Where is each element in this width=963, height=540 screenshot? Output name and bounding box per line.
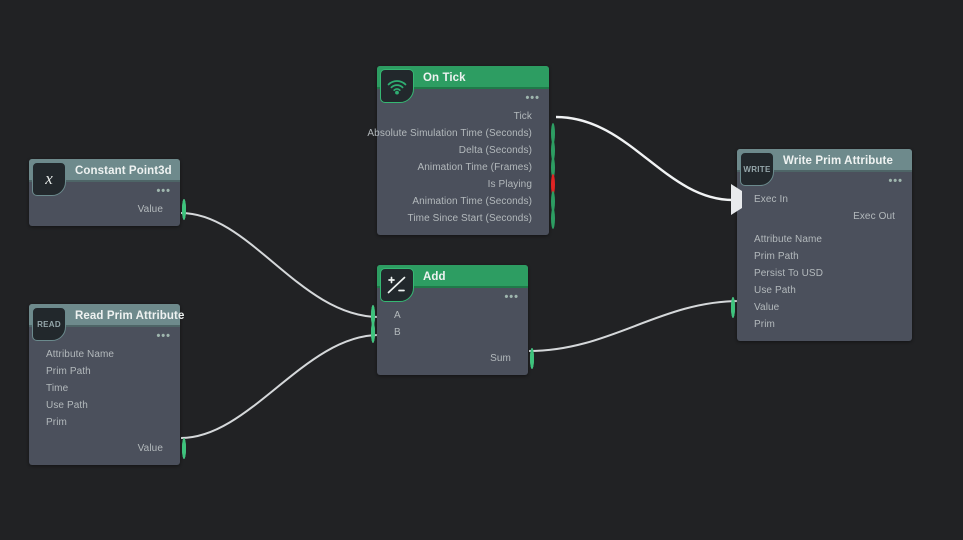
port-row-value[interactable]: Value (29, 198, 186, 220)
port-label-b: B (394, 327, 401, 338)
port-row-animation-time-seconds[interactable]: Animation Time (Seconds) (377, 190, 555, 212)
port-row-prim-path[interactable]: Prim Path (29, 363, 180, 380)
port-row-use-path[interactable]: Use Path (737, 282, 912, 299)
port-time-since-start-out[interactable] (551, 207, 555, 229)
node-title-add: Add (423, 270, 446, 283)
port-label-value: Value (137, 204, 163, 215)
port-label-use-path: Use Path (46, 400, 88, 411)
port-label-use-path: Use Path (754, 285, 796, 296)
wire-constant-to-add-a (180, 212, 380, 318)
write-label-icon: WRITE (743, 164, 771, 174)
port-label-sum: Sum (490, 353, 511, 364)
ring-port-icon (731, 296, 735, 318)
node-badge-write: WRITE (740, 152, 774, 186)
port-label-animation-time-seconds: Animation Time (Seconds) (412, 196, 532, 207)
port-label-prim: Prim (46, 417, 67, 428)
port-rows-on-tick: Tick Absolute Simulation Time (Seconds) … (367, 89, 555, 229)
port-label-value: Value (754, 302, 780, 313)
read-label-icon: READ (37, 319, 61, 329)
node-badge-add (380, 268, 414, 302)
port-label-prim: Prim (754, 319, 775, 330)
node-body-on-tick: ••• Tick Absolute Simulation Time (Secon… (367, 89, 555, 235)
node-graph-canvas[interactable]: x Constant Point3d ••• Value READ Read P… (0, 0, 963, 540)
node-title-read: Read Prim Attribute (75, 309, 185, 322)
port-row-prim[interactable]: Prim (737, 316, 912, 333)
node-read-prim-attribute[interactable]: READ Read Prim Attribute ••• Attribute N… (29, 304, 186, 465)
wire-add-to-write-value (528, 300, 741, 352)
port-label-prim-path: Prim Path (46, 366, 91, 377)
port-label-delta: Delta (Seconds) (458, 145, 532, 156)
port-row-prim-path[interactable]: Prim Path (737, 248, 912, 265)
port-value-out[interactable] (182, 437, 186, 459)
port-row-sum[interactable]: Sum (377, 347, 534, 369)
wire-ontick-to-write-exec (555, 115, 734, 202)
port-sum-out[interactable] (530, 347, 534, 369)
port-row-prim[interactable]: Prim (29, 414, 180, 431)
port-label-exec-out: Exec Out (853, 211, 895, 222)
ring-port-icon (551, 207, 555, 229)
port-row-animation-time-frames[interactable]: Animation Time (Frames) (377, 156, 555, 178)
node-badge-on-tick (380, 69, 414, 103)
node-write-prim-attribute[interactable]: WRITE Write Prim Attribute ••• Exec In E… (731, 149, 912, 341)
port-label-absolute-simulation-time: Absolute Simulation Time (Seconds) (367, 128, 532, 139)
port-row-tick[interactable]: Tick (377, 108, 549, 125)
port-label-tick: Tick (513, 111, 532, 122)
port-row-exec-out[interactable]: Exec Out (737, 208, 912, 225)
port-row-attribute-name[interactable]: Attribute Name (29, 346, 180, 363)
port-rows-write: Exec In Exec Out Attribute Name Prim Pat… (731, 172, 912, 333)
port-b-in[interactable] (371, 321, 375, 343)
port-label-persist-to-usd: Persist To USD (754, 268, 824, 279)
ring-port-icon (182, 198, 186, 220)
port-row-delta[interactable]: Delta (Seconds) (377, 139, 555, 161)
node-constant-point3d[interactable]: x Constant Point3d ••• Value (29, 159, 186, 226)
node-badge-read: READ (32, 307, 66, 341)
port-label-prim-path: Prim Path (754, 251, 799, 262)
port-row-time[interactable]: Time (29, 380, 180, 397)
port-row-absolute-simulation-time[interactable]: Absolute Simulation Time (Seconds) (367, 122, 555, 144)
port-row-value[interactable]: Value (29, 437, 186, 459)
port-row-value[interactable]: Value (731, 296, 912, 318)
port-label-attribute-name: Attribute Name (754, 234, 823, 245)
variable-x-icon: x (45, 169, 53, 188)
port-label-time-since-start: Time Since Start (Seconds) (407, 213, 532, 224)
ring-port-icon (371, 321, 375, 343)
port-row-a[interactable]: A (371, 304, 528, 326)
node-add[interactable]: Add ••• A B Sum (371, 265, 534, 375)
plus-minus-icon (387, 276, 406, 294)
port-label-is-playing: Is Playing (487, 179, 532, 190)
port-label-exec-in: Exec In (754, 194, 789, 205)
ring-port-icon (530, 347, 534, 369)
node-on-tick[interactable]: On Tick ••• Tick Absolute Simulation Tim… (367, 66, 555, 235)
port-row-persist-to-usd[interactable]: Persist To USD (737, 265, 912, 282)
port-row-time-since-start[interactable]: Time Since Start (Seconds) (377, 207, 555, 229)
node-badge-constant: x (32, 162, 66, 196)
ring-port-icon (182, 437, 186, 459)
port-row-exec-in[interactable]: Exec In (731, 183, 912, 215)
port-row-attribute-name[interactable]: Attribute Name (737, 231, 912, 248)
port-label-animation-time-frames: Animation Time (Frames) (417, 162, 532, 173)
node-title-write: Write Prim Attribute (783, 154, 893, 167)
port-exec-in[interactable] (731, 183, 742, 215)
node-title-constant: Constant Point3d (75, 164, 172, 177)
port-value-in[interactable] (731, 296, 735, 318)
port-row-b[interactable]: B (371, 321, 528, 343)
port-rows-read: Attribute Name Prim Path Time Use Path P… (29, 327, 186, 459)
wire-read-to-add-b (180, 334, 380, 439)
port-row-is-playing[interactable]: Is Playing (377, 173, 555, 195)
node-body-write: ••• Exec In Exec Out Attribute Name Prim… (731, 172, 912, 341)
port-row-use-path[interactable]: Use Path (29, 397, 180, 414)
port-label-attribute-name: Attribute Name (46, 349, 115, 360)
port-label-time: Time (46, 383, 69, 394)
port-label-a: A (394, 310, 401, 321)
port-value-out[interactable] (182, 198, 186, 220)
port-label-value: Value (137, 443, 163, 454)
node-body-read: ••• Attribute Name Prim Path Time Use Pa… (29, 327, 186, 465)
node-title-on-tick: On Tick (423, 71, 466, 84)
wifi-icon (387, 80, 407, 95)
